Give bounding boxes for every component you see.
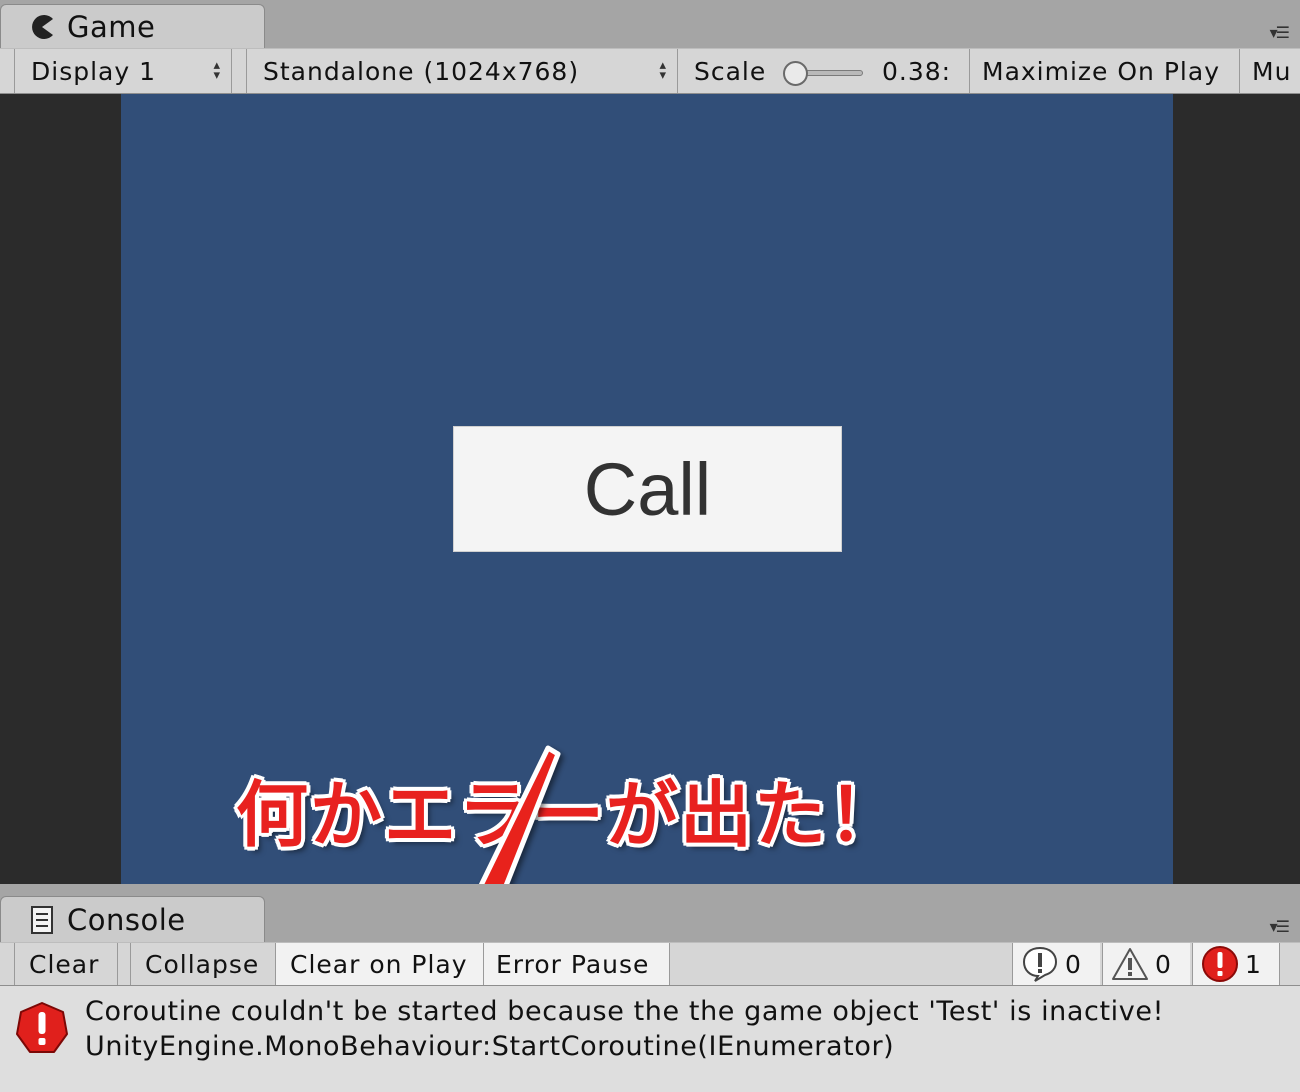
clear-button-label: Clear (29, 949, 100, 979)
clear-on-play-toggle[interactable]: Clear on Play (276, 943, 484, 985)
call-button[interactable]: Call (453, 426, 842, 552)
info-count: 0 (1065, 949, 1081, 979)
log-message: Coroutine couldn't be started because th… (85, 996, 1164, 1027)
warning-count: 0 (1155, 949, 1171, 979)
console-log-list[interactable]: Coroutine couldn't be started because th… (0, 986, 1300, 1092)
clear-button[interactable]: Clear (14, 943, 118, 985)
error-count: 1 (1245, 949, 1261, 979)
log-entry[interactable]: Coroutine couldn't be started because th… (0, 986, 1300, 1064)
tab-console-label: Console (67, 902, 186, 937)
game-tab-bar: Game ▾☰ (0, 0, 1300, 48)
scale-value: 0.38: (882, 56, 952, 86)
tab-game[interactable]: Game (0, 4, 265, 48)
panel-menu-icon[interactable]: ▾☰ (1270, 23, 1290, 42)
select-arrows-icon: ▴ ▾ (213, 58, 221, 83)
select-arrows-icon: ▴ ▾ (659, 58, 667, 83)
collapse-toggle-label: Collapse (145, 949, 260, 979)
pacman-icon (25, 10, 59, 44)
scale-slider-thumb[interactable] (783, 61, 808, 86)
mute-audio-label: Mu (1252, 56, 1292, 86)
error-count-toggle[interactable]: 1 (1192, 943, 1280, 985)
error-icon (16, 1002, 68, 1053)
info-icon (1022, 946, 1058, 982)
resolution-select[interactable]: Standalone (1024x768) ▴ ▾ (246, 49, 678, 93)
info-count-toggle[interactable]: 0 (1012, 943, 1100, 985)
scale-label: Scale (694, 56, 767, 86)
collapse-toggle[interactable]: Collapse (130, 943, 276, 985)
tab-console[interactable]: Console (0, 896, 265, 942)
display-select[interactable]: Display 1 ▴ ▾ (14, 49, 232, 93)
panel-menu-icon[interactable]: ▾☰ (1270, 917, 1290, 936)
console-log-icon (25, 903, 59, 937)
console-tab-bar: Console ▾☰ (0, 884, 1300, 942)
maximize-on-play-toggle[interactable]: Maximize On Play (970, 49, 1240, 93)
mute-audio-toggle[interactable]: Mu (1240, 49, 1300, 93)
game-viewport: Call 何かエラーが出た！ (0, 94, 1300, 884)
maximize-on-play-label: Maximize On Play (982, 56, 1220, 86)
clear-on-play-label: Clear on Play (290, 949, 468, 979)
game-toolbar: Display 1 ▴ ▾ Standalone (1024x768) ▴ ▾ Sc… (0, 48, 1300, 94)
tab-game-label: Game (67, 9, 156, 44)
log-stack-trace: UnityEngine.MonoBehaviour:StartCoroutine… (85, 1031, 895, 1062)
warning-icon (1112, 948, 1148, 980)
error-pause-toggle[interactable]: Error Pause (484, 943, 670, 985)
error-icon (1202, 946, 1238, 982)
warning-count-toggle[interactable]: 0 (1102, 943, 1190, 985)
display-select-value: Display 1 (31, 56, 157, 86)
error-pause-label: Error Pause (496, 949, 650, 979)
resolution-select-value: Standalone (1024x768) (263, 56, 580, 86)
console-toolbar: Clear Collapse Clear on Play Error Pause… (0, 942, 1300, 986)
